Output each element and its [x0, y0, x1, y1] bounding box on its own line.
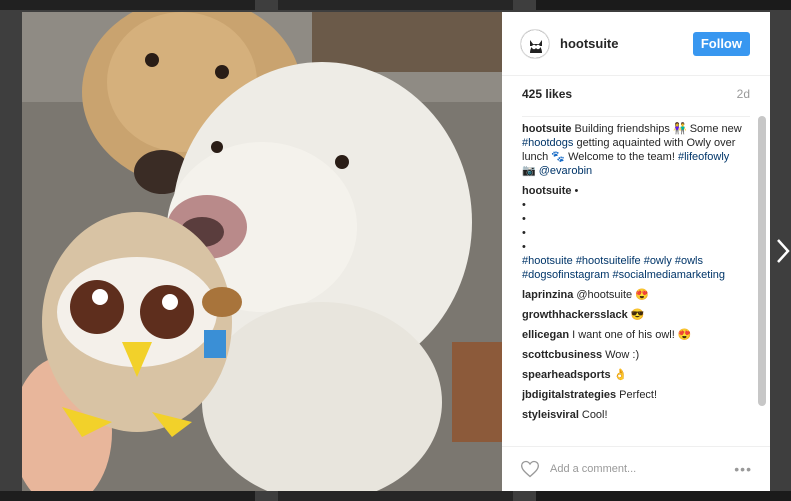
comment-username[interactable]: spearheadsports: [522, 369, 611, 381]
hashtag-link[interactable]: #hootdogs: [522, 137, 573, 149]
comment-username[interactable]: growthhackersslack: [522, 309, 628, 321]
hashtag-link[interactable]: #lifeofowly: [678, 151, 729, 163]
comment: growthhackersslack 😎: [522, 308, 746, 322]
bullet: •: [522, 213, 526, 225]
comment-username[interactable]: scottcbusiness: [522, 349, 602, 361]
chevron-right-icon[interactable]: [775, 236, 791, 266]
comment-text: Wow :): [605, 349, 640, 361]
comment: ellicegan I want one of his owl! 😍: [522, 328, 746, 342]
divider: [522, 116, 750, 117]
comment-username[interactable]: ellicegan: [522, 329, 569, 341]
comment: styleisviral Cool!: [522, 408, 746, 422]
avatar[interactable]: [520, 28, 550, 59]
post-header: hootsuite Follow: [502, 12, 770, 76]
post-sidebar: hootsuite Follow 425 likes 2d hootsuite B…: [502, 12, 770, 491]
heart-icon[interactable]: [520, 459, 540, 479]
comment-footer: Add a comment... •••: [502, 446, 770, 491]
comment-username[interactable]: laprinzina: [522, 289, 573, 301]
comment-text: 😎: [630, 309, 645, 321]
post-modal: hootsuite Follow 425 likes 2d hootsuite B…: [22, 12, 770, 491]
comment: spearheadsports 👌: [522, 368, 746, 382]
likes-row: 425 likes 2d: [502, 87, 770, 101]
comment-username[interactable]: hootsuite: [522, 123, 572, 135]
caption: hootsuite Building friendships 👫 Some new…: [522, 122, 746, 178]
comments-scrollbar[interactable]: [758, 116, 766, 406]
add-comment-input[interactable]: Add a comment...: [550, 463, 734, 475]
mention-link[interactable]: @evarobin: [539, 165, 592, 177]
likes-count[interactable]: 425 likes: [522, 87, 572, 101]
comment-text: Cool!: [581, 409, 608, 421]
comment-username[interactable]: jbdigitalstrategies: [522, 389, 616, 401]
owl-logo-icon: [521, 29, 549, 58]
bullet: •: [522, 241, 526, 253]
comment: jbdigitalstrategies Perfect!: [522, 388, 746, 402]
post-age[interactable]: 2d: [737, 87, 750, 101]
comment-username[interactable]: styleisviral: [522, 409, 579, 421]
comment-text: 📷: [522, 165, 539, 177]
comment-username[interactable]: hootsuite: [522, 185, 572, 197]
follow-button[interactable]: Follow: [692, 31, 750, 56]
comment-text: Building friendships 👫 Some new: [574, 123, 742, 135]
photo-illustration: [22, 12, 502, 491]
comment: hootsuite • • • • • #hootsuite #hootsuite…: [522, 184, 746, 282]
hashtag-list[interactable]: #hootsuite #hootsuitelife #owly #owls #d…: [522, 255, 725, 281]
comment: laprinzina @hootsuite 😍: [522, 288, 746, 302]
comment-text: •: [574, 185, 579, 197]
comment: scottcbusiness Wow :): [522, 348, 746, 362]
comment-text: Perfect!: [619, 389, 658, 401]
comment-text: @hootsuite 😍: [576, 289, 649, 301]
username[interactable]: hootsuite: [560, 36, 693, 51]
bullet: •: [522, 199, 526, 211]
more-options-icon[interactable]: •••: [734, 461, 752, 477]
comment-text: 👌: [613, 369, 628, 381]
bullet: •: [522, 227, 526, 239]
comment-list: hootsuite Building friendships 👫 Some new…: [522, 122, 746, 442]
comment-text: I want one of his owl! 😍: [572, 329, 692, 341]
post-photo[interactable]: [22, 12, 502, 491]
